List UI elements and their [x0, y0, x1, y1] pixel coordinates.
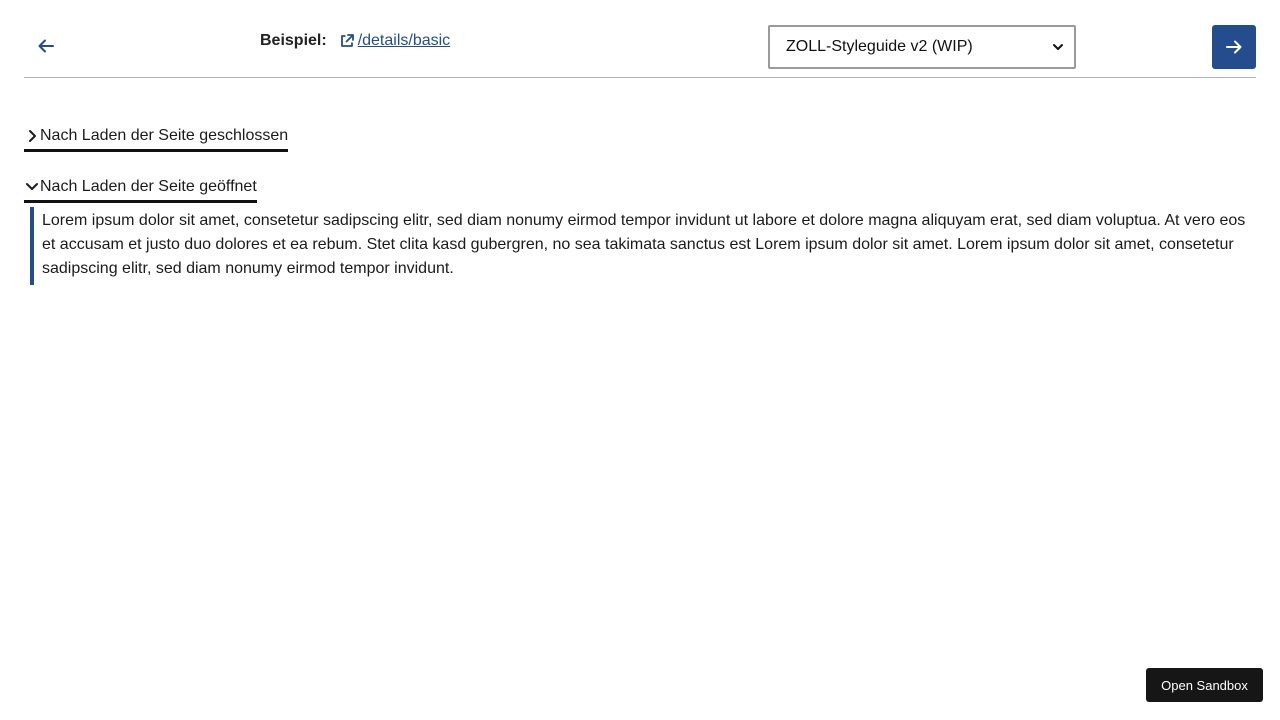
back-button[interactable] [26, 24, 66, 68]
styleguide-select[interactable]: ZOLL-Styleguide v2 (WIP) [768, 25, 1076, 69]
details-open: Nach Laden der Seite geöffnet Lorem ipsu… [24, 177, 1256, 285]
chevron-right-icon [24, 128, 40, 144]
next-button[interactable] [1212, 25, 1256, 69]
details-summary-label: Nach Laden der Seite geöffnet [40, 178, 257, 195]
open-sandbox-button[interactable]: Open Sandbox [1146, 668, 1263, 702]
details-closed: Nach Laden der Seite geschlossen [24, 126, 289, 152]
header-bar: Beispiel: /details/basic ZOLL-Styleguide… [24, 0, 1256, 78]
page: Beispiel: /details/basic ZOLL-Styleguide… [0, 0, 1280, 720]
styleguide-select-value: ZOLL-Styleguide v2 (WIP) [786, 38, 973, 55]
external-link-icon [339, 33, 355, 49]
details-summary-label: Nach Laden der Seite geschlossen [40, 127, 289, 144]
arrow-right-icon [1226, 40, 1242, 54]
chevron-down-icon [24, 179, 40, 195]
details-summary-open[interactable]: Nach Laden der Seite geöffnet [24, 177, 257, 203]
example-section: Beispiel: /details/basic [260, 32, 450, 50]
chevron-down-icon [1053, 44, 1063, 50]
example-link-text: /details/basic [357, 32, 451, 49]
details-content: Lorem ipsum dolor sit amet, consetetur s… [30, 207, 1256, 285]
example-label: Beispiel: [260, 32, 327, 49]
details-summary-closed[interactable]: Nach Laden der Seite geschlossen [24, 126, 289, 152]
arrow-left-icon [38, 39, 54, 53]
example-link[interactable]: /details/basic [339, 32, 451, 50]
